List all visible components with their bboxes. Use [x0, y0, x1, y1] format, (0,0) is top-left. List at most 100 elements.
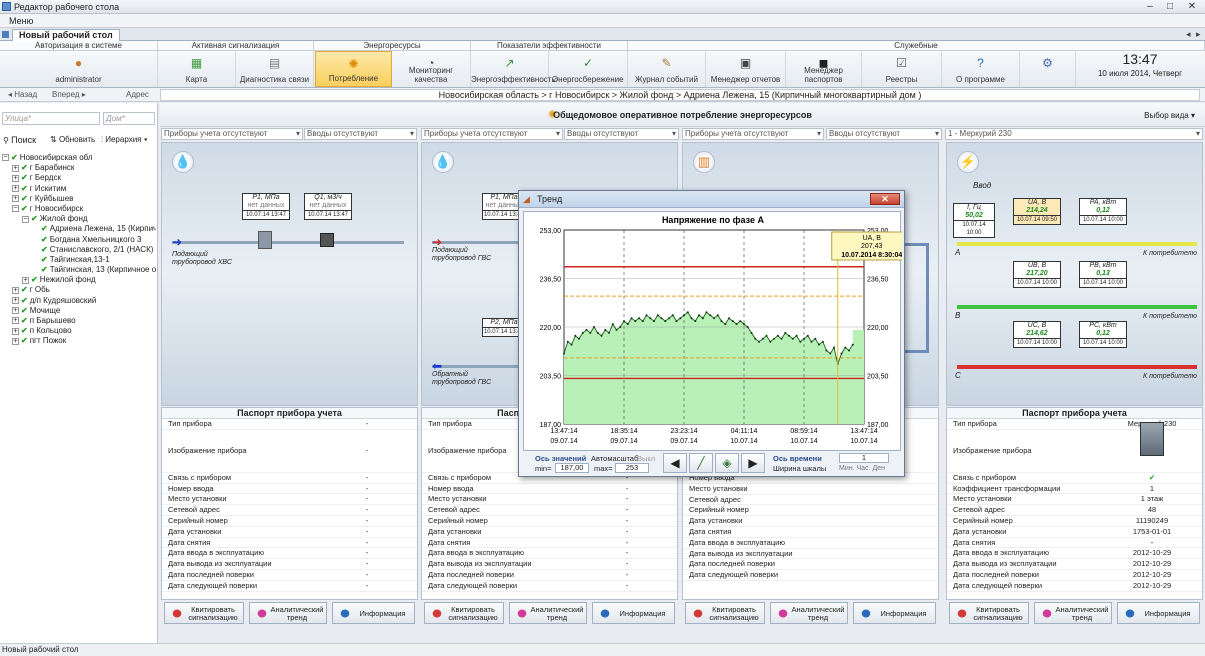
efficiency-button[interactable]: ↗ Энергоэффективность — [471, 51, 556, 87]
acknowledge-button[interactable]: Квитировать сигнализацию — [949, 602, 1029, 624]
inputs-dropdown-2[interactable]: Вводы отсутствуют — [564, 128, 679, 140]
inputs-dropdown-1[interactable]: Вводы отсутствуют — [304, 128, 417, 140]
power-box[interactable]: PC, кВт 0,12 10.07.14 10:00 — [1079, 321, 1127, 348]
registers-button[interactable]: ☑ Реестры — [862, 51, 942, 87]
pen-button[interactable]: ╱ — [689, 453, 713, 473]
trend-titlebar[interactable]: ◢ Тренд ✕ — [519, 191, 904, 208]
hierarchy-button[interactable]: ⫶ Иерархия ▾ — [101, 133, 148, 147]
close-icon[interactable]: ✕ — [1182, 1, 1202, 13]
tree-item[interactable]: + ✔ п Барышево — [2, 316, 156, 326]
about-button[interactable]: ? О программе — [942, 51, 1020, 87]
expand-icon[interactable]: + — [12, 174, 19, 182]
power-box[interactable]: PA, кВт 0,12 10.07.14 10:00 — [1079, 198, 1127, 225]
expand-icon[interactable]: + — [12, 297, 19, 305]
info-button[interactable]: Информация — [592, 602, 675, 624]
expand-icon[interactable]: + — [22, 276, 29, 284]
voltage-box[interactable]: UA, В 214,24 10.07.14 09:50 — [1013, 198, 1061, 225]
tree-item[interactable]: + ✔ г Обь — [2, 285, 156, 295]
scroll-right-button[interactable]: ▶ — [741, 453, 765, 473]
tab-new-desktop[interactable]: Новый рабочий стол — [12, 29, 120, 41]
fill-button[interactable]: ◈ — [715, 453, 739, 473]
info-button[interactable]: Информация — [1117, 602, 1200, 624]
power-box[interactable]: PB, кВт 0,13 10.07.14 10:00 — [1079, 261, 1127, 288]
expand-icon[interactable]: + — [12, 307, 19, 315]
quality-button[interactable]: ◔ Мониторинг качества — [392, 51, 471, 87]
tree-item[interactable]: ✔ Тайгинская, 13 (Кирпичное о — [2, 265, 156, 275]
user-button[interactable]: ● administrator — [0, 51, 158, 87]
scroll-left-button[interactable]: ◀ — [663, 453, 687, 473]
tree-item[interactable]: ✔Адриена Лежена, 15 (Кирпичный — [2, 224, 156, 234]
acknowledge-button[interactable]: Квитировать сигнализацию — [424, 602, 504, 624]
expand-icon[interactable]: − — [2, 154, 9, 162]
search-button[interactable]: ⚲ Поиск — [3, 133, 36, 147]
tree-item[interactable]: + ✔ д/п Кудряшовский — [2, 296, 156, 306]
reports-button[interactable]: ▣ Менеджер отчетов — [706, 51, 786, 87]
devices-dropdown-3[interactable]: Приборы учета отсутствуют — [682, 128, 824, 140]
tree-item[interactable]: ✔ Тайгинская,13-1 — [2, 255, 156, 265]
expand-icon[interactable]: + — [12, 184, 19, 192]
acknowledge-button[interactable]: Квитировать сигнализацию — [685, 602, 765, 624]
diag-button[interactable]: ▤ Диагностика связи — [236, 51, 314, 87]
tree-item[interactable]: ✔ Станиславского, 2/1 (НАСК) — [2, 245, 156, 255]
tree-item[interactable]: ✔ Богдана Хмельницкого 3 — [2, 235, 156, 245]
expand-icon[interactable]: − — [22, 215, 29, 223]
devices-dropdown-2[interactable]: Приборы учета отсутствуют — [421, 128, 563, 140]
tree-item[interactable]: + ✔ Мочище — [2, 306, 156, 316]
house-input[interactable]: Дом* — [103, 112, 155, 125]
expand-icon[interactable]: + — [12, 317, 19, 325]
street-input[interactable]: Улица* — [2, 112, 100, 125]
maximize-icon[interactable]: □ — [1160, 1, 1180, 13]
map-button[interactable]: ▦ Карта — [158, 51, 236, 87]
scale-units[interactable]: Мин. Час. Ден — [839, 465, 885, 472]
journal-button[interactable]: ✎ Журнал событий — [628, 51, 706, 87]
back-button[interactable]: ◂ Назад — [8, 90, 37, 99]
tree-item[interactable]: + ✔ г Барабинск — [2, 163, 156, 173]
info-button[interactable]: Информация — [332, 602, 415, 624]
tab-scroll-left-icon[interactable]: ◂ — [1186, 29, 1191, 40]
tree-item[interactable]: + ✔ г Искитим — [2, 184, 156, 194]
menu-item-main[interactable]: Меню — [9, 16, 33, 26]
autoscale-toggle[interactable]: Выкл — [637, 454, 655, 463]
tree-item[interactable]: + ✔ Нежилой фонд — [2, 275, 156, 285]
tree-item[interactable]: + ✔ пгт Пожок — [2, 336, 156, 346]
expand-icon[interactable]: + — [12, 327, 19, 335]
refresh-button[interactable]: ⇅ Обновить — [50, 133, 95, 147]
min-input[interactable]: 187,00 — [555, 463, 589, 473]
tree-item[interactable]: + ✔ г Куйбышев — [2, 194, 156, 204]
close-icon[interactable]: ✕ — [870, 193, 900, 205]
analytic-trend-button[interactable]: Аналитический тренд — [1034, 602, 1112, 624]
expand-icon[interactable]: + — [12, 164, 19, 172]
analytic-trend-button[interactable]: Аналитический тренд — [509, 602, 587, 624]
consumption-button[interactable]: ✺ Потребление — [315, 51, 392, 87]
frequency-box[interactable]: f, Гц 50,02 10.07.14 10:00 — [953, 203, 995, 238]
address-bar[interactable]: Новосибирская область > г Новосибирск > … — [160, 89, 1200, 101]
analytic-trend-button[interactable]: Аналитический тренд — [249, 602, 327, 624]
voltage-box[interactable]: UB, В 217,20 10.07.14 10:00 — [1013, 261, 1061, 288]
acknowledge-button[interactable]: Квитировать сигнализацию — [164, 602, 244, 624]
tree-item[interactable]: − ✔ г Новосибирск — [2, 204, 156, 214]
info-button[interactable]: Информация — [853, 602, 936, 624]
expand-icon[interactable]: + — [12, 195, 19, 203]
view-select[interactable]: Выбор вида ▾ — [1144, 111, 1195, 120]
tree-item[interactable]: − ✔ Новосибирская обл — [2, 153, 156, 163]
minimize-icon[interactable]: – — [1140, 1, 1160, 13]
forward-button[interactable]: Вперед ▸ — [52, 90, 86, 99]
tree-item[interactable]: − ✔ Жилой фонд — [2, 214, 156, 224]
voltage-box[interactable]: UC, В 214,62 10.07.14 10:00 — [1013, 321, 1061, 348]
devices-dropdown-1[interactable]: Приборы учета отсутствуют — [161, 128, 303, 140]
expand-icon[interactable]: + — [12, 286, 19, 294]
saving-button[interactable]: ✓ Энергосбережение — [549, 51, 628, 87]
network-button[interactable]: ⚙ — [1020, 51, 1076, 87]
tree-item[interactable]: + ✔ п Кольцово — [2, 326, 156, 336]
scale-width-input[interactable]: 1 — [839, 453, 889, 463]
flow-box[interactable]: Q1, м3/ч нет данных 10.07.14 13:47 — [304, 193, 352, 220]
tab-scroll-right-icon[interactable]: ▸ — [1196, 29, 1201, 40]
devices-dropdown-4[interactable]: 1 - Меркурий 230 — [945, 128, 1203, 140]
tree-item[interactable]: + ✔ г Бердск — [2, 173, 156, 183]
expand-icon[interactable]: − — [12, 205, 19, 213]
inputs-dropdown-3[interactable]: Вводы отсутствуют — [826, 128, 942, 140]
pressure-box[interactable]: P1, МПа нет данных 10.07.14 13:47 — [242, 193, 290, 220]
passports-button[interactable]: ◼ Менеджер паспортов — [786, 51, 862, 87]
max-input[interactable]: 253 — [615, 463, 649, 473]
expand-icon[interactable]: + — [12, 337, 19, 345]
